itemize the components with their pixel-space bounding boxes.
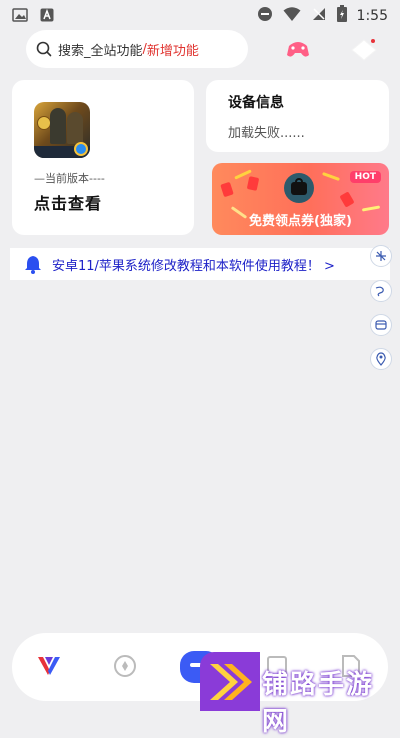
watermark-text: 铺路手游网 xyxy=(262,670,375,737)
view-version-link[interactable]: 点击查看 xyxy=(34,190,102,214)
coupon-label: 免费领点券(独家) xyxy=(249,214,352,229)
device-info-status: 加载失败...... xyxy=(228,126,305,141)
font-icon xyxy=(40,7,54,26)
watermark-logo xyxy=(200,652,260,711)
game-cover-image xyxy=(34,102,90,158)
status-bar: 1:55 xyxy=(0,0,400,30)
status-right: 1:55 xyxy=(257,5,388,26)
app-logo-icon[interactable] xyxy=(36,653,62,683)
site-watermark: 铺路手游网 xyxy=(200,652,400,737)
game-controller-icon[interactable] xyxy=(285,38,311,64)
current-version-label: —当前版本---- xyxy=(34,172,105,185)
compass-icon[interactable] xyxy=(112,653,138,683)
wind-icon[interactable] xyxy=(370,280,392,302)
bell-icon xyxy=(24,255,42,274)
no-sim-icon xyxy=(311,6,327,26)
tutorial-notice-text: 安卓11/苹果系统修改教程和本软件使用教程！ > xyxy=(52,258,335,274)
hot-badge: HOT xyxy=(349,171,381,183)
battery-icon xyxy=(336,5,347,26)
window-icon[interactable] xyxy=(370,314,392,336)
clock-time: 1:55 xyxy=(356,7,388,24)
search-bar[interactable]: 搜索_全站功能 / 新增功能 xyxy=(26,30,248,68)
search-highlight: 新增功能 xyxy=(146,43,199,59)
crosshair-icon[interactable] xyxy=(370,245,392,267)
wifi-icon xyxy=(283,6,301,26)
tutorial-notice[interactable]: 安卓11/苹果系统修改教程和本软件使用教程！ > xyxy=(10,248,390,280)
free-coupon-banner[interactable]: HOT 免费领点券(独家) xyxy=(212,163,389,235)
device-info-card[interactable]: 设备信息 加载失败...... xyxy=(206,80,389,152)
search-placeholder: 搜索_全站功能 xyxy=(58,43,143,59)
dnd-icon xyxy=(257,6,273,26)
search-icon xyxy=(36,41,52,57)
status-left xyxy=(12,7,54,26)
image-icon xyxy=(12,7,28,26)
diamond-icon[interactable] xyxy=(350,38,378,66)
device-info-title: 设备信息 xyxy=(228,95,284,111)
briefcase-icon xyxy=(284,173,314,203)
game-version-card[interactable]: —当前版本---- 点击查看 xyxy=(12,80,194,235)
location-icon[interactable] xyxy=(370,348,392,370)
